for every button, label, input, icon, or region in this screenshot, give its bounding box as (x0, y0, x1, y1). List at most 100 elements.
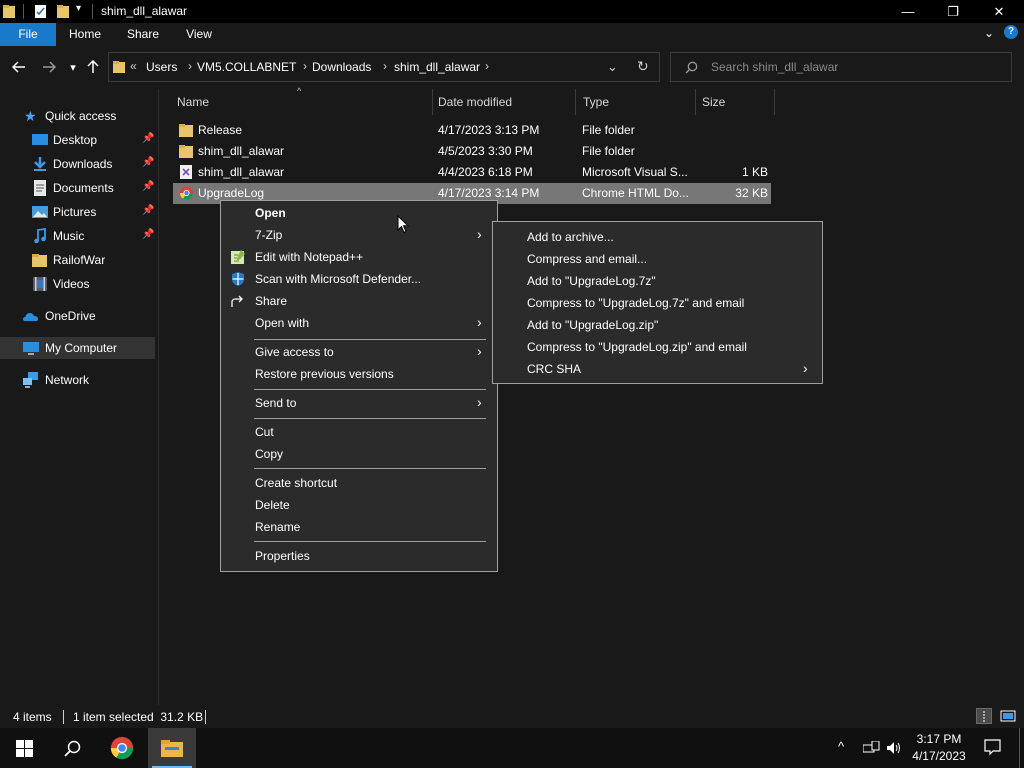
close-button[interactable]: ✕ (976, 0, 1022, 23)
menu-item-rename[interactable]: Rename (221, 516, 497, 538)
maximize-button[interactable]: ❐ (930, 0, 976, 23)
file-row-shim-dll-alawar-folder[interactable]: shim_dll_alawar 4/5/2023 3:30 PM File fo… (173, 141, 771, 162)
menu-item-restore-versions[interactable]: Restore previous versions (221, 363, 497, 385)
menu-item-share[interactable]: Share (221, 290, 497, 312)
file-name: Release (198, 123, 243, 137)
address-history-dropdown[interactable]: ⌄ (607, 59, 618, 75)
menu-item-copy[interactable]: Copy (221, 443, 497, 465)
new-folder-icon[interactable] (57, 4, 70, 19)
menu-item-add-to-zip[interactable]: Add to "UpgradeLog.zip" (493, 314, 822, 336)
expand-ribbon-icon[interactable]: ⌄ (984, 26, 994, 40)
menu-item-crc-sha[interactable]: CRC SHA › (493, 358, 822, 380)
nav-item-documents[interactable]: Documents 📌 (0, 177, 156, 199)
column-divider[interactable] (575, 89, 576, 115)
up-button[interactable] (80, 52, 106, 82)
nav-label: My Computer (45, 341, 118, 355)
back-button[interactable] (6, 52, 32, 82)
file-name: shim_dll_alawar (198, 144, 285, 158)
menu-item-properties[interactable]: Properties (221, 545, 497, 567)
start-button[interactable] (0, 728, 48, 768)
minimize-button[interactable]: — (885, 0, 931, 23)
pin-icon[interactable]: 📌 (142, 181, 154, 192)
pin-icon[interactable]: 📌 (142, 205, 154, 216)
tab-view[interactable]: View (174, 23, 224, 46)
nav-item-pictures[interactable]: Pictures 📌 (0, 201, 156, 223)
column-divider[interactable] (432, 89, 433, 115)
search-taskbar-button[interactable] (48, 728, 96, 768)
nav-pane-divider[interactable] (158, 89, 159, 705)
column-header-date[interactable]: Date modified (438, 95, 512, 109)
menu-item-7zip[interactable]: 7-Zip › (221, 224, 497, 246)
file-row-release[interactable]: Release 4/17/2023 3:13 PM File folder (173, 120, 771, 141)
nav-item-music[interactable]: Music 📌 (0, 225, 156, 247)
clock-date[interactable]: 4/17/2023 (905, 749, 973, 763)
breadcrumb-separator[interactable]: › (188, 59, 192, 73)
breadcrumb-users[interactable]: Users (146, 60, 177, 74)
column-header-size[interactable]: Size (702, 95, 725, 109)
search-box[interactable]: Search shim_dll_alawar (670, 52, 1012, 82)
menu-item-scan-defender[interactable]: Scan with Microsoft Defender... (221, 268, 497, 290)
download-icon (34, 157, 46, 171)
tab-home[interactable]: Home (60, 23, 110, 46)
breadcrumb-vm5-collabnet[interactable]: VM5.COLLABNET (197, 60, 296, 74)
customize-quick-access-icon[interactable]: ▾ (76, 3, 81, 14)
network-icon (23, 372, 38, 388)
help-icon[interactable]: ? (1004, 25, 1018, 39)
pin-icon[interactable]: 📌 (142, 157, 154, 168)
volume-icon[interactable] (886, 740, 902, 756)
file-explorer-taskbar-button[interactable] (148, 728, 196, 768)
menu-label: Properties (255, 549, 310, 563)
menu-item-give-access[interactable]: Give access to › (221, 341, 497, 363)
forward-button[interactable] (36, 52, 62, 82)
nav-item-videos[interactable]: Videos (0, 273, 156, 295)
menu-item-add-to-archive[interactable]: Add to archive... (493, 226, 822, 248)
menu-item-edit-notepad[interactable]: Edit with Notepad++ (221, 246, 497, 268)
show-desktop-button[interactable] (1019, 728, 1020, 768)
nav-item-onedrive[interactable]: OneDrive (0, 305, 156, 327)
column-header-type[interactable]: Type (583, 95, 609, 109)
pin-icon[interactable]: 📌 (142, 229, 154, 240)
chevron-up-icon[interactable]: ^ (838, 739, 844, 754)
menu-item-open-with[interactable]: Open with › (221, 312, 497, 334)
menu-item-send-to[interactable]: Send to › (221, 392, 497, 414)
column-header-name[interactable]: Name (177, 95, 209, 109)
clock-time[interactable]: 3:17 PM (905, 732, 973, 746)
menu-item-create-shortcut[interactable]: Create shortcut (221, 472, 497, 494)
column-divider[interactable] (695, 89, 696, 115)
menu-item-open[interactable]: Open (221, 202, 497, 224)
breadcrumb-separator[interactable]: › (485, 59, 489, 73)
tab-share[interactable]: Share (118, 23, 168, 46)
context-menu: Open 7-Zip › Edit with Notepad++ Scan wi… (220, 200, 498, 572)
large-icons-view-button[interactable] (1000, 708, 1016, 724)
menu-item-compress-zip-email[interactable]: Compress to "UpgradeLog.zip" and email (493, 336, 822, 358)
menu-item-delete[interactable]: Delete (221, 494, 497, 516)
breadcrumb-shim-dll-alawar[interactable]: shim_dll_alawar (394, 60, 480, 74)
nav-item-desktop[interactable]: Desktop 📌 (0, 129, 156, 151)
nav-item-downloads[interactable]: Downloads 📌 (0, 153, 156, 175)
pin-icon[interactable]: 📌 (142, 133, 154, 144)
refresh-icon[interactable]: ↻ (637, 58, 649, 75)
breadcrumb-overflow[interactable]: « (130, 59, 137, 73)
menu-item-compress-7z-email[interactable]: Compress to "UpgradeLog.7z" and email (493, 292, 822, 314)
address-bar[interactable]: « Users › VM5.COLLABNET › Downloads › sh… (108, 52, 660, 82)
menu-item-add-to-7z[interactable]: Add to "UpgradeLog.7z" (493, 270, 822, 292)
details-view-button[interactable] (976, 708, 992, 724)
file-name: shim_dll_alawar (198, 165, 285, 179)
breadcrumb-separator[interactable]: › (383, 59, 387, 73)
network-status-icon[interactable] (863, 741, 880, 755)
nav-item-network[interactable]: Network (0, 369, 156, 391)
breadcrumb-downloads[interactable]: Downloads (312, 60, 371, 74)
menu-item-compress-and-email[interactable]: Compress and email... (493, 248, 822, 270)
nav-item-quick-access[interactable]: ★ Quick access (0, 105, 156, 127)
notifications-icon[interactable] (984, 739, 1001, 756)
chrome-taskbar-button[interactable] (98, 728, 146, 768)
properties-icon[interactable] (34, 4, 47, 19)
file-row-shim-dll-alawar-solution[interactable]: shim_dll_alawar 4/4/2023 6:18 PM Microso… (173, 162, 771, 183)
menu-item-cut[interactable]: Cut (221, 421, 497, 443)
tab-file[interactable]: File (0, 23, 56, 46)
breadcrumb-separator[interactable]: › (303, 59, 307, 73)
search-placeholder[interactable]: Search shim_dll_alawar (711, 60, 838, 74)
nav-item-railofwar[interactable]: RailofWar (0, 249, 156, 271)
nav-item-my-computer[interactable]: My Computer (0, 337, 155, 359)
column-divider[interactable] (774, 89, 775, 115)
